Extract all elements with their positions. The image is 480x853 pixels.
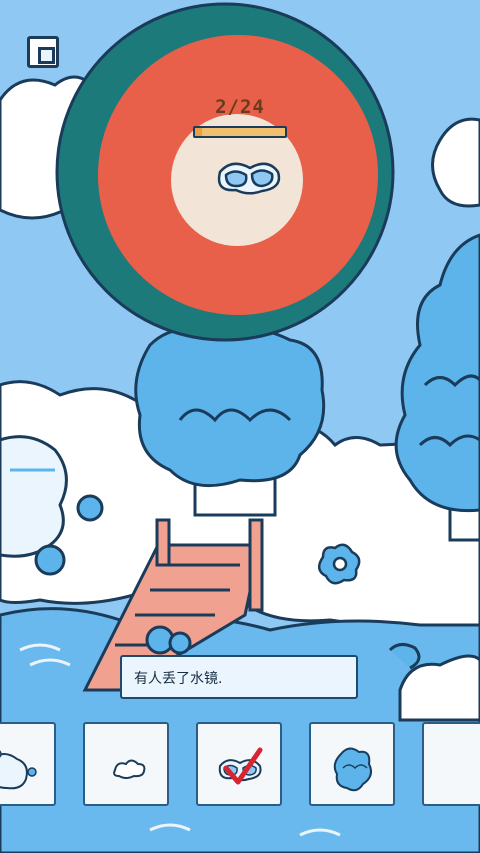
item-card-partial[interactable] [422,722,480,806]
hint-dialog: 有人丢了水镜. [120,655,358,699]
swim-goggles-card-icon [218,747,263,785]
item-card-snowy-creature[interactable] [0,722,56,806]
small-cloud-icon [113,759,146,779]
hint-text: 有人丢了水镜. [134,671,223,687]
found-counter: 2/24 [215,96,265,118]
progress-bar [193,126,287,138]
item-card-small-cloud[interactable] [83,722,169,806]
game-screen[interactable]: 2/24 有人丢了水镜. [0,0,480,853]
swim-goggles-icon [217,162,281,195]
progress-fill [195,128,203,136]
pause-icon [38,47,55,64]
pause-button[interactable] [27,36,59,68]
item-card-swim-goggles[interactable] [196,722,282,806]
blue-bush-icon [333,747,372,792]
item-card-blue-bush[interactable] [309,722,395,806]
snowy-creature-icon [0,750,37,790]
